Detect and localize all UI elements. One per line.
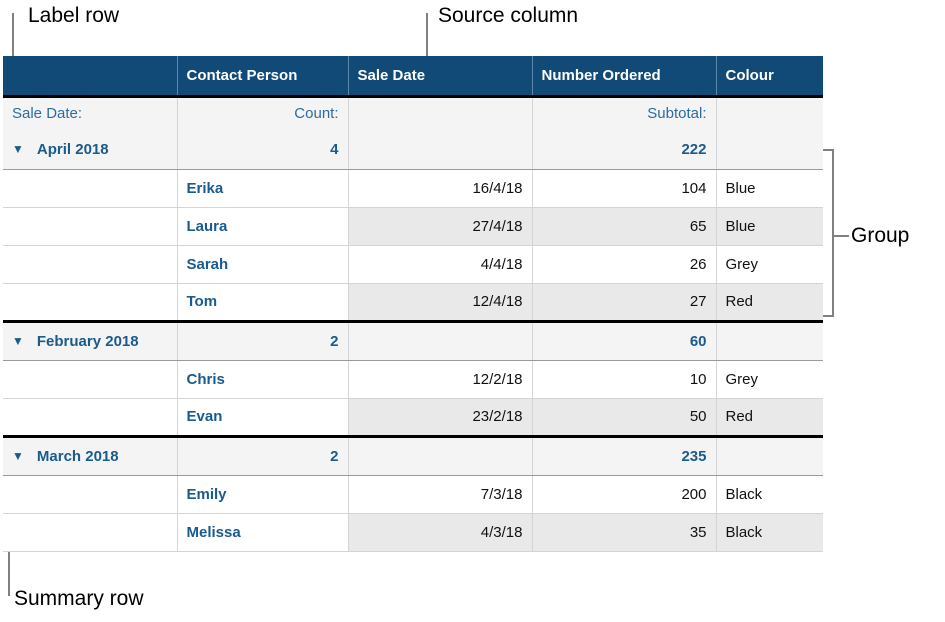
row-sale-date[interactable]: 4/3/18	[348, 513, 533, 552]
summary-count: 4	[177, 130, 349, 170]
row-contact-person[interactable]: Laura	[177, 207, 349, 246]
column-header-sale-date[interactable]: Sale Date	[348, 56, 533, 96]
column-header-number-ordered[interactable]: Number Ordered	[532, 56, 717, 96]
row-contact-person[interactable]: Tom	[177, 283, 349, 321]
table-row[interactable]: Erika 16/4/18 104 Blue	[3, 169, 823, 208]
row-number-ordered[interactable]: 104	[532, 169, 717, 208]
leader-line-source-column	[426, 13, 428, 56]
callout-label-row: Label row	[28, 4, 120, 27]
row-colour[interactable]: Red	[716, 283, 823, 321]
row-contact-person[interactable]: Evan	[177, 398, 349, 436]
row-label-cell	[3, 398, 178, 436]
summary-group-name: April 2018	[36, 140, 109, 158]
summary-group-name: March 2018	[36, 447, 119, 465]
column-header-group[interactable]	[3, 56, 178, 96]
row-label-cell	[3, 283, 178, 321]
row-label-cell	[3, 245, 178, 284]
table-header: Contact Person Sale Date Number Ordered …	[3, 56, 823, 96]
header-row: Contact Person Sale Date Number Ordered …	[3, 56, 823, 96]
summary-colour	[716, 434, 823, 476]
table-row[interactable]: Sarah 4/4/18 26 Grey	[3, 245, 823, 284]
summary-subtotal: 60	[532, 319, 717, 361]
row-number-ordered[interactable]: 35	[532, 513, 717, 552]
row-sale-date[interactable]: 7/3/18	[348, 475, 533, 514]
row-contact-person[interactable]: Emily	[177, 475, 349, 514]
row-colour[interactable]: Blue	[716, 169, 823, 208]
label-row-date-label	[348, 96, 533, 130]
summary-count: 2	[177, 434, 349, 476]
label-row-subtotal-label: Subtotal:	[532, 96, 717, 130]
bracket-line-group	[832, 149, 834, 317]
grouped-table: Contact Person Sale Date Number Ordered …	[3, 56, 823, 552]
row-sale-date[interactable]: 27/4/18	[348, 207, 533, 246]
row-sale-date[interactable]: 12/2/18	[348, 360, 533, 399]
label-row-count-label: Count:	[177, 96, 349, 130]
row-label-cell	[3, 475, 178, 514]
column-header-contact-person[interactable]: Contact Person	[177, 56, 349, 96]
grouped-table-container: Contact Person Sale Date Number Ordered …	[3, 56, 823, 552]
table-row[interactable]: Laura 27/4/18 65 Blue	[3, 207, 823, 246]
disclosure-triangle-icon[interactable]: ▼	[12, 142, 24, 156]
row-colour[interactable]: Grey	[716, 360, 823, 399]
summary-colour	[716, 130, 823, 170]
row-sale-date[interactable]: 4/4/18	[348, 245, 533, 284]
row-colour[interactable]: Grey	[716, 245, 823, 284]
row-label-cell	[3, 513, 178, 552]
row-number-ordered[interactable]: 50	[532, 398, 717, 436]
bracket-arm-group-top	[823, 149, 834, 151]
row-colour[interactable]: Red	[716, 398, 823, 436]
label-row: Sale Date: Count: Subtotal:	[3, 96, 823, 130]
summary-date	[348, 319, 533, 361]
table-row[interactable]: Emily 7/3/18 200 Black	[3, 475, 823, 514]
summary-count: 2	[177, 319, 349, 361]
row-colour[interactable]: Black	[716, 475, 823, 514]
row-number-ordered[interactable]: 200	[532, 475, 717, 514]
bracket-arm-group-bottom	[823, 315, 834, 317]
summary-subtotal: 235	[532, 434, 717, 476]
row-label-cell	[3, 169, 178, 208]
summary-group-name-cell[interactable]: ▼ February 2018	[3, 319, 178, 361]
summary-group-name-cell[interactable]: ▼ March 2018	[3, 434, 178, 476]
row-label-cell	[3, 207, 178, 246]
row-contact-person[interactable]: Chris	[177, 360, 349, 399]
row-sale-date[interactable]: 16/4/18	[348, 169, 533, 208]
row-number-ordered[interactable]: 27	[532, 283, 717, 321]
row-colour[interactable]: Blue	[716, 207, 823, 246]
row-contact-person[interactable]: Sarah	[177, 245, 349, 284]
row-number-ordered[interactable]: 26	[532, 245, 717, 284]
row-contact-person[interactable]: Erika	[177, 169, 349, 208]
row-number-ordered[interactable]: 65	[532, 207, 717, 246]
summary-row-group-0[interactable]: ▼ April 2018 4 222	[3, 130, 823, 170]
label-row-colour-label	[716, 96, 823, 130]
callout-group: Group	[851, 224, 910, 247]
column-header-colour[interactable]: Colour	[716, 56, 823, 96]
row-sale-date[interactable]: 12/4/18	[348, 283, 533, 321]
row-contact-person[interactable]: Melissa	[177, 513, 349, 552]
callout-source-column: Source column	[438, 4, 579, 27]
summary-group-name-cell[interactable]: ▼ April 2018	[3, 130, 178, 170]
summary-date	[348, 130, 533, 170]
row-sale-date[interactable]: 23/2/18	[348, 398, 533, 436]
callout-summary-row: Summary row	[14, 587, 144, 610]
bracket-tick-group	[834, 235, 849, 237]
table-row[interactable]: Evan 23/2/18 50 Red	[3, 398, 823, 436]
summary-row-group-2[interactable]: ▼ March 2018 2 235	[3, 434, 823, 476]
table-row[interactable]: Tom 12/4/18 27 Red	[3, 283, 823, 321]
label-row-group-label: Sale Date:	[3, 96, 178, 130]
table-row[interactable]: Melissa 4/3/18 35 Black	[3, 513, 823, 552]
row-label-cell	[3, 360, 178, 399]
row-colour[interactable]: Black	[716, 513, 823, 552]
table-row[interactable]: Chris 12/2/18 10 Grey	[3, 360, 823, 399]
summary-subtotal: 222	[532, 130, 717, 170]
summary-row-group-1[interactable]: ▼ February 2018 2 60	[3, 319, 823, 361]
row-number-ordered[interactable]: 10	[532, 360, 717, 399]
summary-colour	[716, 319, 823, 361]
summary-group-name: February 2018	[36, 332, 139, 350]
disclosure-triangle-icon[interactable]: ▼	[12, 334, 24, 348]
table-body: Sale Date: Count: Subtotal: ▼ April 2018 …	[3, 96, 823, 552]
disclosure-triangle-icon[interactable]: ▼	[12, 449, 24, 463]
summary-date	[348, 434, 533, 476]
